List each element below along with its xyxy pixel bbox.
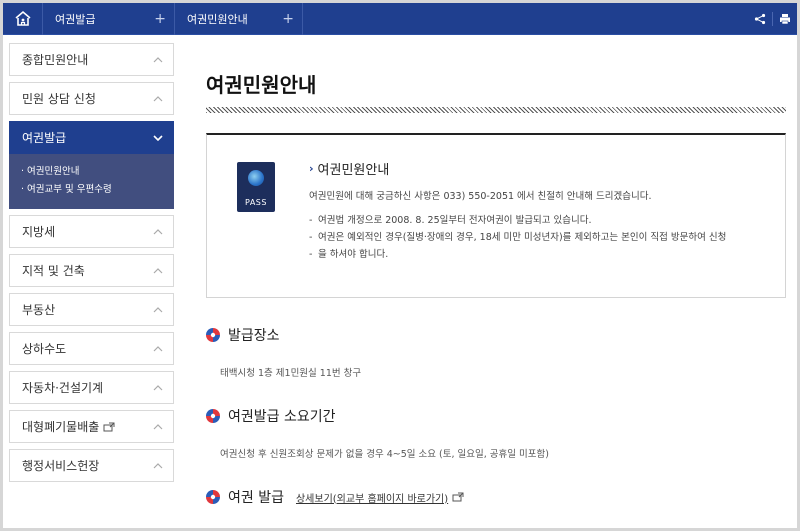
external-link-icon xyxy=(103,422,115,431)
breadcrumb-label: 여권민원안내 xyxy=(187,12,248,26)
chevron-up-icon xyxy=(153,384,163,390)
section-title: 발급장소 xyxy=(228,328,280,344)
section-issuance-place: 발급장소 태백시청 1층 제1민원실 11번 창구 xyxy=(206,325,786,379)
sidebar-item-local-tax[interactable]: 지방세 xyxy=(9,215,174,248)
sidebar-item-consult[interactable]: 민원 상담 신청 xyxy=(9,82,174,115)
sidebar-item-label: 상하수도 xyxy=(22,342,67,356)
page-title: 여권민원안내 xyxy=(206,73,317,97)
print-icon xyxy=(780,13,790,24)
chevron-up-icon xyxy=(153,95,163,101)
chevron-up-icon xyxy=(153,462,163,468)
passport-badge-text: PASS xyxy=(245,198,267,207)
sidebar-item-large-waste[interactable]: 대형폐기물배출 xyxy=(9,410,174,443)
list-item: 여권은 예외적인 경우(질병·장애의 경우, 18세 미만 미성년자)를 제외하… xyxy=(309,229,779,246)
plus-icon[interactable]: + xyxy=(154,12,166,26)
list-item: 여권법 개정으로 2008. 8. 25일부터 전자여권이 발급되고 있습니다. xyxy=(309,212,779,229)
submenu-item-passport-info[interactable]: · 여권민원안내 xyxy=(21,163,164,181)
sidebar-item-label: 종합민원안내 xyxy=(22,53,89,67)
sidebar-item-real-estate[interactable]: 부동산 xyxy=(9,293,174,326)
top-actions xyxy=(748,3,797,35)
breadcrumb-passport[interactable]: 여권발급 + xyxy=(43,3,175,35)
section-bullet-icon xyxy=(206,490,220,504)
sidebar-item-vehicle[interactable]: 자동차·건설기계 xyxy=(9,371,174,404)
breadcrumb-passport-info[interactable]: 여권민원안내 + xyxy=(175,3,303,35)
submenu-item-passport-delivery[interactable]: · 여권교부 및 우편수령 xyxy=(21,181,164,199)
plus-icon[interactable]: + xyxy=(282,12,294,26)
sidebar-item-water[interactable]: 상하수도 xyxy=(9,332,174,365)
chevron-down-icon xyxy=(153,134,163,141)
section-title: 여권발급 소요기간 xyxy=(228,409,336,425)
chevron-up-icon xyxy=(153,306,163,312)
info-box: PASS › 여권민원안내 여권민원에 대해 궁금하신 사항은 033) 550… xyxy=(206,133,786,298)
top-bar: 여권발급 + 여권민원안내 + xyxy=(3,3,797,35)
sidebar-item-label: 지적 및 건축 xyxy=(22,264,85,278)
mofa-homepage-link[interactable]: 상세보기(외교부 홈페이지 바로가기) xyxy=(296,490,464,505)
info-description: 여권민원에 대해 궁금하신 사항은 033) 550-2051 에서 친절히 안… xyxy=(309,191,652,202)
chevron-up-icon xyxy=(153,345,163,351)
link-text: 상세보기(외교부 홈페이지 바로가기) xyxy=(295,493,449,505)
section-processing-time: 여권발급 소요기간 여권신청 후 신원조회상 문제가 없을 경우 4~5일 소요… xyxy=(206,406,786,460)
main-content: 여권민원안내 PASS › 여권민원안내 여권민원에 대해 궁금하신 사항은 0… xyxy=(206,43,786,507)
sidebar-item-label: 지방세 xyxy=(22,225,56,239)
info-content: › 여권민원안내 여권민원에 대해 궁금하신 사항은 033) 550-2051… xyxy=(309,159,779,263)
passport-icon: PASS xyxy=(237,162,275,212)
info-heading: › 여권민원안내 xyxy=(309,159,779,178)
section-body: 여권신청 후 신원조회상 문제가 없을 경우 4~5일 소요 (토, 일요일, … xyxy=(220,449,549,460)
globe-icon xyxy=(248,170,264,186)
sidebar-item-general-civil[interactable]: 종합민원안내 xyxy=(9,43,174,76)
chevron-up-icon xyxy=(153,228,163,234)
section-body: 태백시청 1층 제1민원실 11번 창구 xyxy=(220,368,362,379)
page-frame: 여권발급 + 여권민원안내 + 종합민원안내 민원 상담 신청 여권발급 · 여… xyxy=(0,0,800,531)
chevron-right-icon: › xyxy=(309,162,314,175)
chevron-up-icon xyxy=(153,56,163,62)
sidebar-item-label: 자동차·건설기계 xyxy=(22,381,104,395)
home-button[interactable] xyxy=(3,3,43,35)
info-heading-text: 여권민원안내 xyxy=(317,163,390,178)
section-title: 여권 발급 xyxy=(228,490,284,506)
title-divider xyxy=(206,107,786,113)
sidebar-item-label: 대형폐기물배출 xyxy=(22,420,100,434)
share-button[interactable] xyxy=(748,3,772,35)
sidebar: 종합민원안내 민원 상담 신청 여권발급 · 여권민원안내 · 여권교부 및 우… xyxy=(9,43,174,488)
breadcrumb-label: 여권발급 xyxy=(55,12,96,26)
sidebar-item-label: 부동산 xyxy=(22,303,56,317)
share-icon xyxy=(754,13,766,24)
external-link-icon xyxy=(452,492,464,502)
info-list: 여권법 개정으로 2008. 8. 25일부터 전자여권이 발급되고 있습니다.… xyxy=(309,212,779,263)
sidebar-item-label: 여권발급 xyxy=(22,131,67,145)
chevron-up-icon xyxy=(153,423,163,429)
section-bullet-icon xyxy=(206,328,220,342)
sidebar-item-service-charter[interactable]: 행정서비스헌장 xyxy=(9,449,174,482)
chevron-up-icon xyxy=(153,267,163,273)
sidebar-item-cadastre[interactable]: 지적 및 건축 xyxy=(9,254,174,287)
section-passport-issuance: 여권 발급 상세보기(외교부 홈페이지 바로가기) xyxy=(206,487,786,507)
sidebar-item-passport[interactable]: 여권발급 xyxy=(9,121,174,154)
home-icon xyxy=(14,10,31,26)
section-bullet-icon xyxy=(206,409,220,423)
sidebar-item-label: 행정서비스헌장 xyxy=(22,459,100,473)
print-button[interactable] xyxy=(773,3,797,35)
sidebar-item-label: 민원 상담 신청 xyxy=(22,92,96,106)
list-item: 을 하셔야 합니다. xyxy=(309,246,779,263)
sidebar-submenu: · 여권민원안내 · 여권교부 및 우편수령 xyxy=(9,154,174,209)
